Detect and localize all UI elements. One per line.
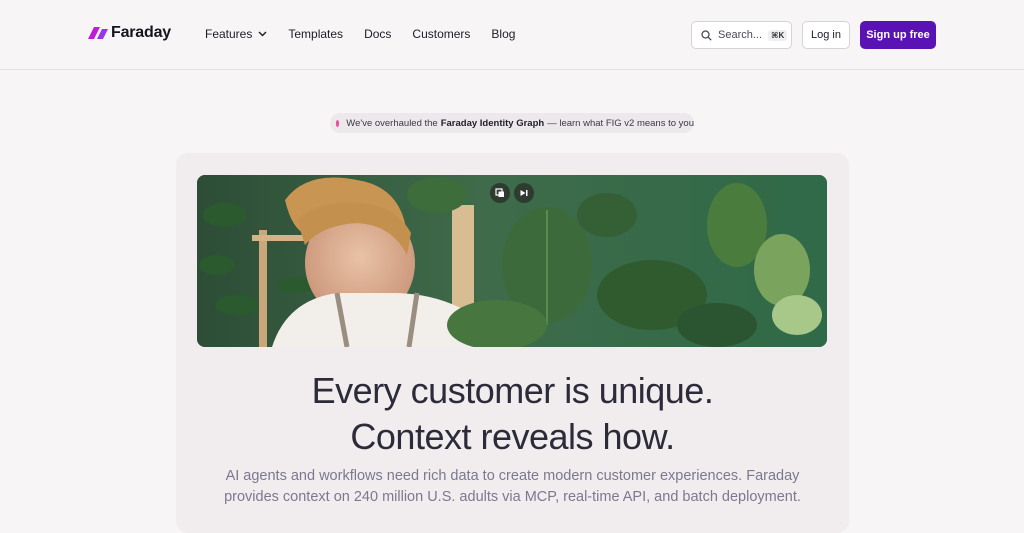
nav-label: Features (205, 27, 253, 41)
hero-headline: Every customer is unique. Context reveal… (176, 368, 849, 460)
picture-in-picture-icon (495, 188, 504, 197)
headline-line-1: Every customer is unique. (311, 370, 714, 411)
nav-item-features[interactable]: Features (205, 27, 267, 41)
search-shortcut: ⌘K (768, 29, 788, 41)
faraday-logo-icon (88, 27, 108, 39)
nav-item-docs[interactable]: Docs (364, 27, 391, 41)
nav-label: Blog (491, 27, 516, 41)
login-button[interactable]: Log in (802, 21, 850, 49)
hero-image (197, 175, 827, 347)
announcement-prefix: We've overhauled the (346, 117, 438, 129)
nav-item-customers[interactable]: Customers (412, 27, 470, 41)
announcement-suffix: — learn what FIG v2 means to you (547, 117, 694, 129)
signup-button[interactable]: Sign up free (860, 21, 936, 49)
brand-name: Faraday (111, 24, 171, 41)
hero-video[interactable] (197, 175, 827, 347)
search-button[interactable]: Search... ⌘K (691, 21, 792, 49)
skip-forward-icon (520, 190, 528, 196)
subtext-line-2: provides context on 240 million U.S. adu… (224, 489, 801, 505)
nav-label: Customers (412, 27, 471, 41)
main-nav: Features Templates Docs Customers Blog (205, 27, 515, 41)
chevron-down-icon (258, 31, 267, 37)
nav-item-templates[interactable]: Templates (288, 27, 343, 41)
search-label: Search... (718, 29, 763, 41)
subtext-line-1: AI agents and workflows need rich data t… (225, 468, 800, 484)
search-icon (701, 29, 712, 41)
announcement-banner[interactable]: We've overhauled the Faraday Identity Gr… (330, 113, 694, 133)
picture-in-picture-button[interactable] (490, 183, 510, 203)
nav-label: Docs (364, 27, 392, 41)
nav-label: Templates (288, 27, 344, 41)
nav-item-blog[interactable]: Blog (491, 27, 515, 41)
site-header: Faraday Features Templates Docs Customer… (0, 0, 1024, 70)
announcement-dot (336, 119, 340, 127)
announcement-highlight: Faraday Identity Graph (440, 117, 545, 129)
skip-forward-button[interactable] (514, 183, 534, 203)
hero-subtext: AI agents and workflows need rich data t… (176, 466, 849, 508)
headline-line-2: Context reveals how. (350, 416, 675, 457)
logo[interactable]: Faraday (88, 24, 171, 42)
